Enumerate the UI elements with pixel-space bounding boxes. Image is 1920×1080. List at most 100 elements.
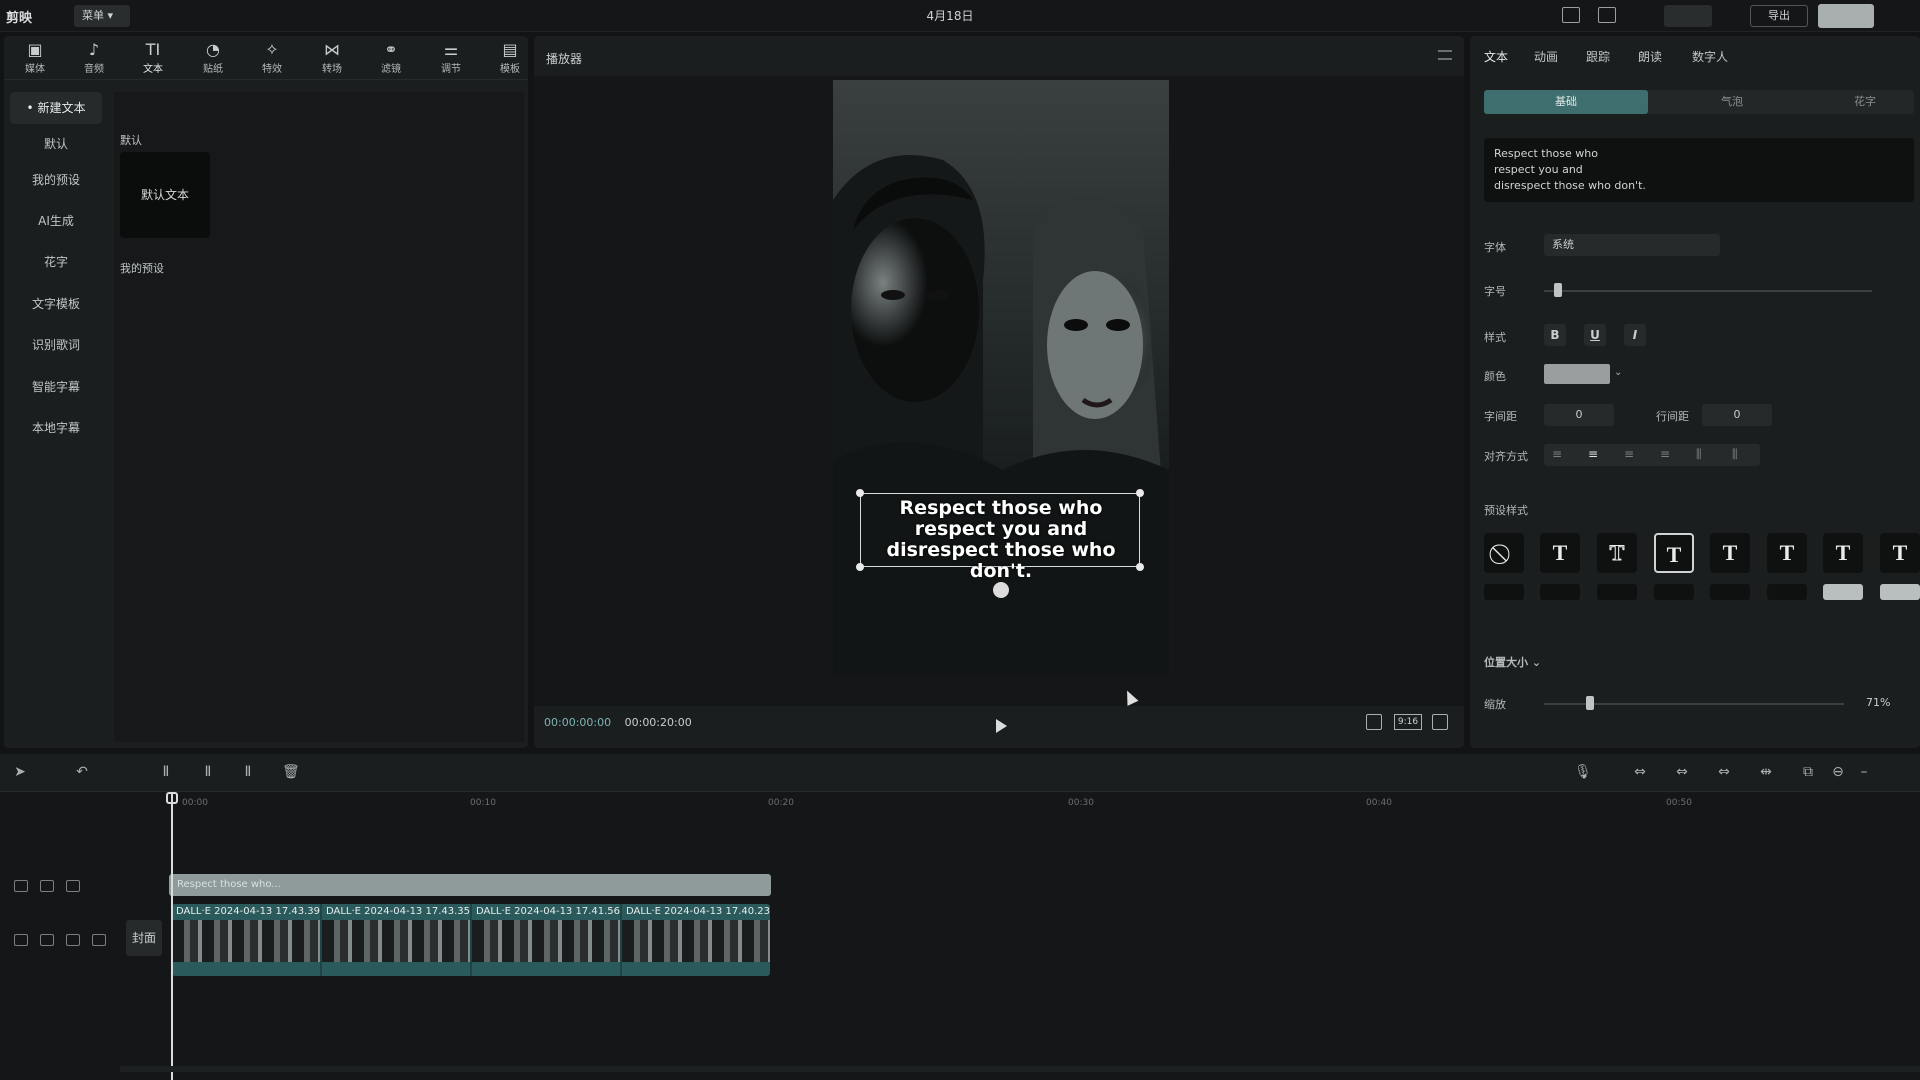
pro-badge-button[interactable] (1664, 5, 1712, 27)
preview-axis-icon[interactable]: ⇔ (1716, 764, 1732, 780)
scale-slider-knob[interactable] (1586, 696, 1594, 710)
cover-button[interactable]: 封面 (126, 920, 162, 956)
tab-templates[interactable]: ▤ 模板 (481, 40, 539, 78)
microphone-icon[interactable]: 🎙 (1574, 764, 1592, 780)
video-clip[interactable]: DALL·E 2024-04-13 17.41.56 (472, 904, 622, 976)
preset-style-11[interactable] (1654, 584, 1694, 600)
select-tool-icon[interactable]: ➤ (12, 764, 28, 780)
size-slider-knob[interactable] (1554, 283, 1562, 297)
font-select[interactable]: 系统 (1544, 234, 1720, 256)
text-clip[interactable]: Respect those who... (169, 874, 771, 896)
alignment-buttons[interactable]: ≡ ≡ ≡ ≡ ⫼ ⫼ (1544, 444, 1760, 466)
video-clip[interactable]: DALL·E 2024-04-13 17.43.39 (172, 904, 322, 976)
default-text-card[interactable]: 默认文本 (120, 152, 210, 238)
timeline-scrollbar[interactable] (120, 1066, 1920, 1072)
preset-style-13[interactable] (1767, 584, 1807, 600)
tab-text[interactable]: TI 文本 (124, 40, 182, 78)
resize-handle-bl[interactable] (856, 563, 864, 571)
sidebar-item-ai-generate[interactable]: AI生成 (10, 205, 102, 237)
tab-digital-human[interactable]: 数字人 (1692, 48, 1728, 65)
sidebar-item-local-captions[interactable]: 本地字幕 (10, 412, 102, 444)
split-right-icon[interactable]: Ⅱ (240, 764, 256, 780)
timeline-ruler[interactable]: 00:00 00:10 00:20 00:30 00:40 00:50 (0, 794, 1920, 818)
delete-icon[interactable]: 🗑 (282, 764, 300, 780)
segment-basic[interactable]: 基础 (1484, 90, 1648, 114)
preset-style-14[interactable] (1823, 584, 1863, 600)
undo-icon[interactable]: ↶ (74, 764, 90, 780)
caption-text[interactable]: Respect those who respect you and disres… (861, 498, 1141, 582)
underline-button[interactable]: U (1584, 324, 1606, 346)
menu-icon[interactable] (1438, 50, 1452, 60)
align-center-icon[interactable]: ≡ (1588, 447, 1598, 461)
line-spacing-input[interactable]: 0 (1702, 404, 1772, 426)
tab-animation[interactable]: 动画 (1534, 48, 1558, 65)
position-size-label[interactable]: 位置大小 ⌄ (1484, 654, 1541, 670)
size-slider-track[interactable] (1544, 290, 1872, 292)
sidebar-item-text-templates[interactable]: 文字模板 (10, 288, 102, 320)
aspect-ratio-button[interactable]: 9:16 (1394, 714, 1422, 730)
vertical-bottom-icon[interactable]: ⫼ (1732, 447, 1738, 462)
sidebar-item-new-text[interactable]: • 新建文本 (10, 92, 102, 124)
preset-style-12[interactable] (1710, 584, 1750, 600)
preset-style-6[interactable]: T (1823, 533, 1863, 573)
shortcut-icon[interactable] (1562, 7, 1580, 23)
rotate-handle[interactable] (993, 582, 1009, 598)
export-button[interactable]: 导出 (1750, 5, 1808, 27)
preset-style-10[interactable] (1597, 584, 1637, 600)
segment-bubble[interactable]: 气泡 (1650, 90, 1814, 114)
sidebar-item-auto-captions[interactable]: 智能字幕 (10, 371, 102, 403)
sidebar-item-lyrics[interactable]: 识别歌词 (10, 329, 102, 361)
eye-icon[interactable] (66, 934, 80, 946)
tab-stickers[interactable]: ◔ 贴纸 (184, 40, 242, 78)
tab-audio[interactable]: ♪ 音频 (65, 40, 123, 78)
fit-screen-icon[interactable] (1366, 714, 1382, 730)
tab-adjust[interactable]: ⚌ 调节 (422, 40, 480, 78)
video-clip[interactable]: DALL·E 2024-04-13 17.43.35 (322, 904, 472, 976)
play-icon[interactable] (996, 719, 1007, 733)
sidebar-item-my-presets[interactable]: 我的预设 (10, 164, 102, 196)
align-justify-icon[interactable]: ≡ (1660, 447, 1670, 461)
preset-style-7[interactable]: T (1880, 533, 1920, 573)
eye-icon[interactable] (66, 880, 80, 892)
italic-button[interactable]: I (1624, 324, 1646, 346)
align-right-icon[interactable]: ≡ (1624, 447, 1634, 461)
chevron-down-icon[interactable]: ⌄ (1614, 367, 1622, 378)
playhead[interactable] (171, 794, 173, 1080)
tab-tracking[interactable]: 跟踪 (1586, 48, 1610, 65)
char-spacing-input[interactable]: 0 (1544, 404, 1614, 426)
preset-style-15[interactable] (1880, 584, 1920, 600)
video-preview[interactable]: Respect those who respect you and disres… (833, 80, 1169, 677)
link-icon[interactable]: ⇔ (1632, 764, 1648, 780)
screenshot-icon[interactable]: ⧉ (1800, 764, 1816, 780)
align-left-icon[interactable]: ≡ (1552, 447, 1562, 461)
snap-icon[interactable]: ⇔ (1674, 764, 1690, 780)
preset-style-3[interactable]: T (1654, 533, 1694, 573)
vertical-top-icon[interactable]: ⫼ (1696, 447, 1702, 462)
split-icon[interactable]: Ⅱ (158, 764, 174, 780)
preset-style-4[interactable]: T (1710, 533, 1750, 573)
tab-read-aloud[interactable]: 朗读 (1638, 48, 1662, 65)
no-style-icon[interactable]: ⃠ (1484, 533, 1524, 573)
sidebar-item-fancy-text[interactable]: 花字 (10, 246, 102, 278)
account-button[interactable] (1818, 4, 1874, 28)
preset-style-1[interactable]: T (1540, 533, 1580, 573)
color-picker[interactable] (1544, 364, 1610, 384)
preset-style-8[interactable] (1484, 584, 1524, 600)
lock-icon[interactable] (40, 880, 54, 892)
tab-text-props[interactable]: 文本 (1484, 48, 1508, 65)
tab-filters[interactable]: ⚭ 滤镜 (362, 40, 420, 78)
tab-effects[interactable]: ✧ 特效 (243, 40, 301, 78)
video-clip[interactable]: DALL·E 2024-04-13 17.40.23 (622, 904, 770, 976)
resize-handle-br[interactable] (1136, 563, 1144, 571)
tab-transitions[interactable]: ⋈ 转场 (303, 40, 361, 78)
split-left-icon[interactable]: Ⅱ (200, 764, 216, 780)
caption-text-input[interactable]: Respect those who respect you and disres… (1484, 138, 1914, 202)
zoom-slider-icon[interactable]: – (1856, 764, 1872, 780)
project-title[interactable]: 4月18日 (920, 7, 980, 24)
zoom-out-icon[interactable]: ⊖ (1830, 764, 1846, 780)
resize-handle-tl[interactable] (856, 489, 864, 497)
align-clip-icon[interactable]: ⇹ (1758, 764, 1774, 780)
lock-icon[interactable] (40, 934, 54, 946)
preset-style-5[interactable]: T (1767, 533, 1807, 573)
caption-selection-box[interactable]: Respect those who respect you and disres… (860, 493, 1140, 582)
